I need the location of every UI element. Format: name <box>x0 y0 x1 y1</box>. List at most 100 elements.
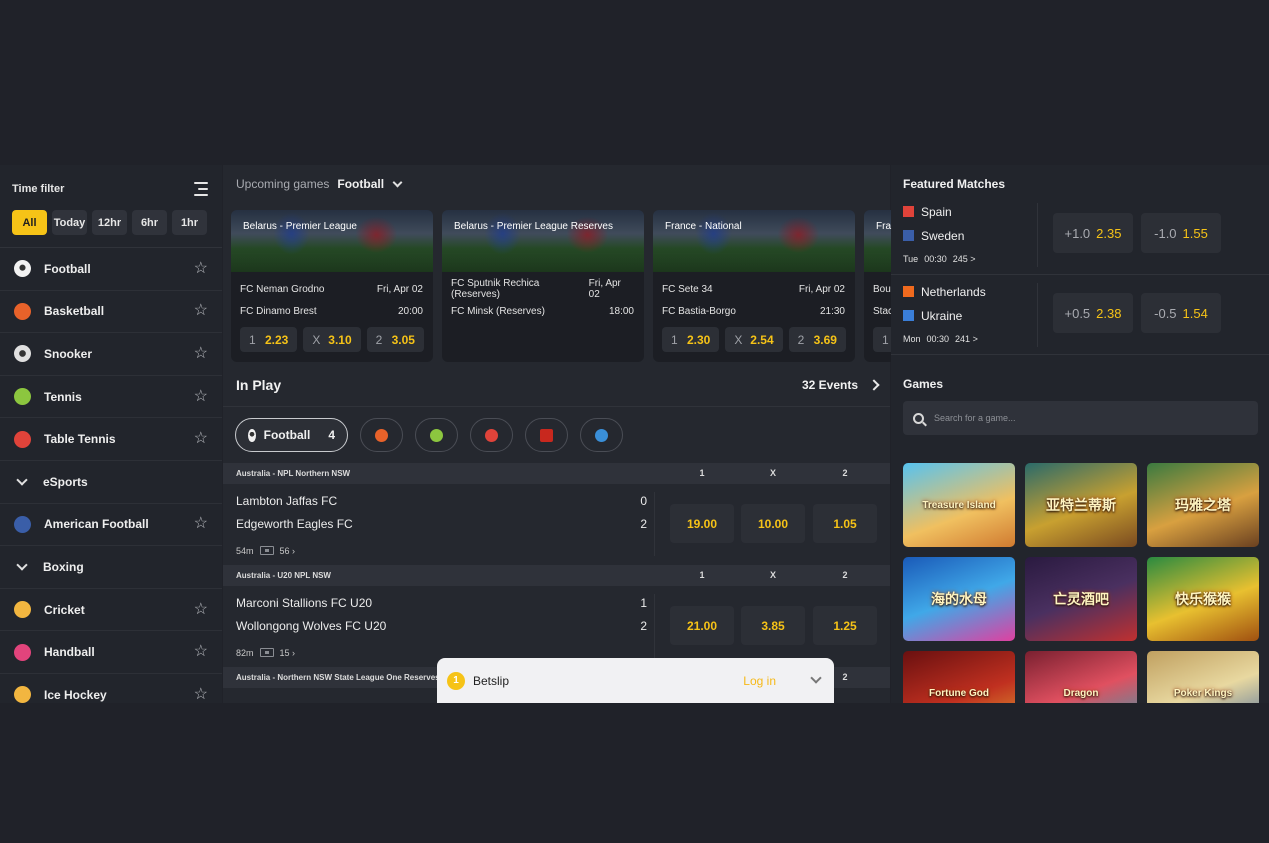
odds-value: 3.10 <box>328 332 352 347</box>
match-minute: 82m <box>236 647 254 658</box>
featured-match[interactable]: Spain Sweden Tue 00:30 245 > +1.0 2.35 -1.0 1.55 <box>891 195 1269 275</box>
odds-button[interactable]: 21.00 <box>670 606 734 645</box>
odds-button[interactable]: 1 2.23 <box>240 327 298 352</box>
filter-pill-basketball[interactable] <box>360 418 403 452</box>
featured-home: Spain <box>903 205 952 219</box>
sidebar-item-football[interactable]: Football ☆ <box>0 248 222 291</box>
game-tile[interactable]: 亚特兰蒂斯 <box>1025 463 1137 547</box>
divider <box>654 594 655 658</box>
filter-pill-volleyball[interactable] <box>580 418 623 452</box>
game-title: 海的水母 <box>931 591 987 607</box>
game-tile[interactable]: Dragon <box>1025 651 1137 703</box>
markets-count[interactable]: 56 › <box>280 546 296 556</box>
game-tile[interactable]: Treasure Island <box>903 463 1015 547</box>
game-tile[interactable]: Poker Kings <box>1147 651 1259 703</box>
handicap-odds-button[interactable]: -0.5 1.54 <box>1141 293 1221 333</box>
star-icon[interactable]: ☆ <box>194 431 208 447</box>
card-home-team: FC Sete 34 <box>662 283 713 295</box>
upcoming-sport-select[interactable]: Football <box>337 177 384 191</box>
card-time: 18:00 <box>608 305 634 317</box>
handicap-odds-button[interactable]: +0.5 2.38 <box>1053 293 1133 333</box>
filter-today-button[interactable]: Today <box>52 210 87 235</box>
filter-6hr-button[interactable]: 6hr <box>132 210 167 235</box>
odds-button[interactable]: 1.05 <box>813 504 877 543</box>
handicap-odds-button[interactable]: -1.0 1.55 <box>1141 213 1221 253</box>
game-tile[interactable]: 玛雅之塔 <box>1147 463 1259 547</box>
sidebar-item-tennis[interactable]: Tennis ☆ <box>0 376 222 419</box>
away-team: Edgeworth Eagles FC <box>236 517 353 531</box>
match-row[interactable]: Lambton Jaffas FC Edgeworth Eagles FC 0 2 54… <box>223 484 890 565</box>
filter-pill-dota[interactable] <box>525 418 568 452</box>
star-icon[interactable]: ☆ <box>194 516 208 532</box>
game-tile[interactable]: 快乐猴猴 <box>1147 557 1259 641</box>
sidebar-item-cricket[interactable]: Cricket ☆ <box>0 589 222 632</box>
featured-markets[interactable]: 245 > <box>953 254 976 264</box>
odds-button[interactable]: X 2.54 <box>725 327 783 352</box>
filter-12hr-button[interactable]: 12hr <box>92 210 127 235</box>
odds-button[interactable]: X 3.10 <box>303 327 361 352</box>
table-tennis-icon <box>485 428 498 442</box>
upcoming-card[interactable]: Belarus - Premier League Reserves FC Sput… <box>442 210 644 362</box>
filter-1hr-button[interactable]: 1hr <box>172 210 207 235</box>
odds-button[interactable]: 10.00 <box>741 504 805 543</box>
sidebar-item-esports[interactable]: eSports <box>0 461 222 504</box>
star-icon[interactable]: ☆ <box>194 686 208 703</box>
sidebar-item-basketball[interactable]: Basketball ☆ <box>0 291 222 334</box>
filter-pill-tennis[interactable] <box>415 418 458 452</box>
star-icon[interactable]: ☆ <box>194 303 208 319</box>
filter-all-button[interactable]: All <box>12 210 47 235</box>
odds-button[interactable]: 3.85 <box>741 606 805 645</box>
star-icon[interactable]: ☆ <box>194 644 208 660</box>
match-row[interactable]: Marconi Stallions FC U20 Wollongong Wolve… <box>223 586 890 667</box>
chevron-down-icon[interactable] <box>810 672 822 684</box>
star-icon[interactable]: ☆ <box>194 345 208 362</box>
star-icon[interactable]: ☆ <box>194 260 208 277</box>
star-icon[interactable]: ☆ <box>194 601 208 618</box>
featured-away: Ukraine <box>903 309 962 323</box>
time-filter-header: Time filter <box>0 165 222 205</box>
sidebar-item-table-tennis[interactable]: Table Tennis ☆ <box>0 418 222 461</box>
handicap-odds-button[interactable]: +1.0 2.35 <box>1053 213 1133 253</box>
featured-time: 00:30 <box>924 254 947 264</box>
star-icon[interactable]: ☆ <box>194 388 208 405</box>
inplay-sport-filters: Football 4 <box>223 407 890 463</box>
featured-match[interactable]: Netherlands Ukraine Mon 00:30 241 > +0.5 2.38 -… <box>891 275 1269 355</box>
right-panel: Featured Matches Spain Sweden Tue 00:30 245 … <box>891 165 1269 703</box>
sidebar-item-snooker[interactable]: Snooker ☆ <box>0 333 222 376</box>
game-search-input[interactable] <box>934 413 1234 423</box>
card-away-row: FC Dinamo Brest 20:00 <box>231 300 433 322</box>
column-header: X <box>769 570 776 580</box>
filter-pill-table-tennis[interactable] <box>470 418 513 452</box>
betslip-bar[interactable]: 1 Betslip Log in <box>437 658 834 703</box>
menu-icon[interactable] <box>192 182 208 196</box>
away-score: 2 <box>640 619 647 633</box>
card-league: Belarus - Premier League Reserves <box>454 221 613 232</box>
sidebar-item-ice-hockey[interactable]: Ice Hockey ☆ <box>0 674 222 703</box>
card-home-row: FC Neman Grodno Fri, Apr 02 <box>231 278 433 300</box>
odds-button[interactable]: 2 3.05 <box>366 327 424 352</box>
game-tile[interactable]: 海的水母 <box>903 557 1015 641</box>
markets-count[interactable]: 15 › <box>280 648 296 658</box>
sidebar-item-boxing[interactable]: Boxing <box>0 546 222 589</box>
sidebar-item-american-football[interactable]: American Football ☆ <box>0 504 222 547</box>
events-link[interactable]: 32 Events <box>802 378 880 392</box>
game-tile[interactable]: 亡灵酒吧 <box>1025 557 1137 641</box>
featured-markets[interactable]: 241 > <box>955 334 978 344</box>
game-tile[interactable]: Fortune God <box>903 651 1015 703</box>
odds-button[interactable]: 1 2.30 <box>662 327 720 352</box>
login-link[interactable]: Log in <box>743 674 776 688</box>
home-score: 1 <box>640 596 647 610</box>
shirt-icon <box>903 206 914 217</box>
upcoming-card[interactable]: Belarus - Premier League FC Neman Grodno F… <box>231 210 433 362</box>
chevron-down-icon[interactable] <box>392 177 403 187</box>
column-header: 2 <box>842 468 848 478</box>
filter-football-pill[interactable]: Football 4 <box>235 418 348 452</box>
odds-button[interactable]: 19.00 <box>670 504 734 543</box>
upcoming-card[interactable]: France - National FC Sete 34 Fri, Apr 02 FC… <box>653 210 855 362</box>
card-banner-image: France - National <box>653 210 855 272</box>
featured-meta: Mon 00:30 241 > <box>903 334 978 344</box>
odds-button[interactable]: 2 3.69 <box>788 327 846 352</box>
sidebar-item-handball[interactable]: Handball ☆ <box>0 631 222 674</box>
card-home-row: FC Sputnik Rechica (Reserves) Fri, Apr 02 <box>442 278 644 300</box>
odds-button[interactable]: 1.25 <box>813 606 877 645</box>
